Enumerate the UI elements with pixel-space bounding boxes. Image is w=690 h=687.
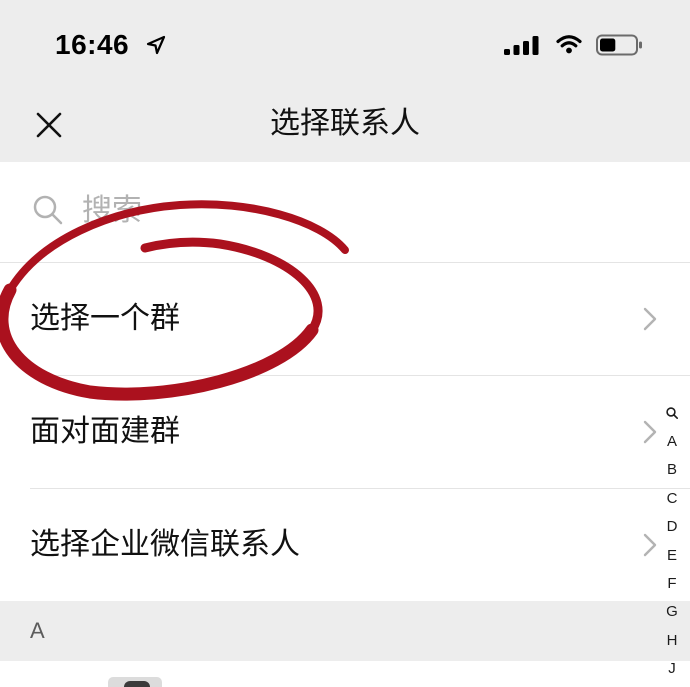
search-bar <box>0 162 690 263</box>
index-letter[interactable]: G <box>660 598 684 626</box>
location-arrow-icon <box>146 35 166 55</box>
index-letter[interactable]: B <box>660 456 684 484</box>
status-bar: 16:46 <box>0 0 690 90</box>
nav-bar: 选择联系人 <box>0 90 690 162</box>
wecom-contacts-label: 选择企业微信联系人 <box>30 528 300 561</box>
search-input[interactable] <box>82 188 522 234</box>
battery-icon <box>596 34 642 56</box>
index-letter[interactable]: D <box>660 513 684 541</box>
chevron-right-icon <box>643 307 657 331</box>
chevron-right-icon <box>643 533 657 557</box>
section-header: A <box>0 601 690 661</box>
index-letter[interactable]: A <box>660 427 684 455</box>
index-letter[interactable]: E <box>660 541 684 569</box>
action-list: 选择一个群 面对面建群 选择企业微信联系人 <box>0 263 690 601</box>
wecom-contacts-item[interactable]: 选择企业微信联系人 <box>0 489 690 601</box>
index-letter[interactable]: H <box>660 626 684 654</box>
index-letter[interactable]: J <box>660 655 684 683</box>
index-letter[interactable]: C <box>660 484 684 512</box>
select-group-item[interactable]: 选择一个群 <box>0 263 690 376</box>
contact-row[interactable] <box>0 661 690 687</box>
search-icon <box>666 407 678 420</box>
face-to-face-group-label: 面对面建群 <box>30 415 180 448</box>
face-to-face-group-item[interactable]: 面对面建群 <box>0 376 690 489</box>
search-icon <box>33 195 63 225</box>
section-header-letter: A <box>30 618 45 643</box>
alphabet-index: A B C D E F G H J <box>660 399 684 683</box>
status-time: 16:46 <box>55 29 130 60</box>
index-letter[interactable]: F <box>660 569 684 597</box>
avatar-figure <box>124 681 150 687</box>
cellular-signal-icon <box>504 36 539 55</box>
index-search[interactable] <box>660 399 684 427</box>
page-title: 选择联系人 <box>270 107 420 140</box>
contact-avatar <box>108 677 162 687</box>
select-group-label: 选择一个群 <box>30 302 180 335</box>
chevron-right-icon <box>643 420 657 444</box>
battery-level-fill <box>600 38 616 52</box>
wifi-icon <box>556 35 582 54</box>
